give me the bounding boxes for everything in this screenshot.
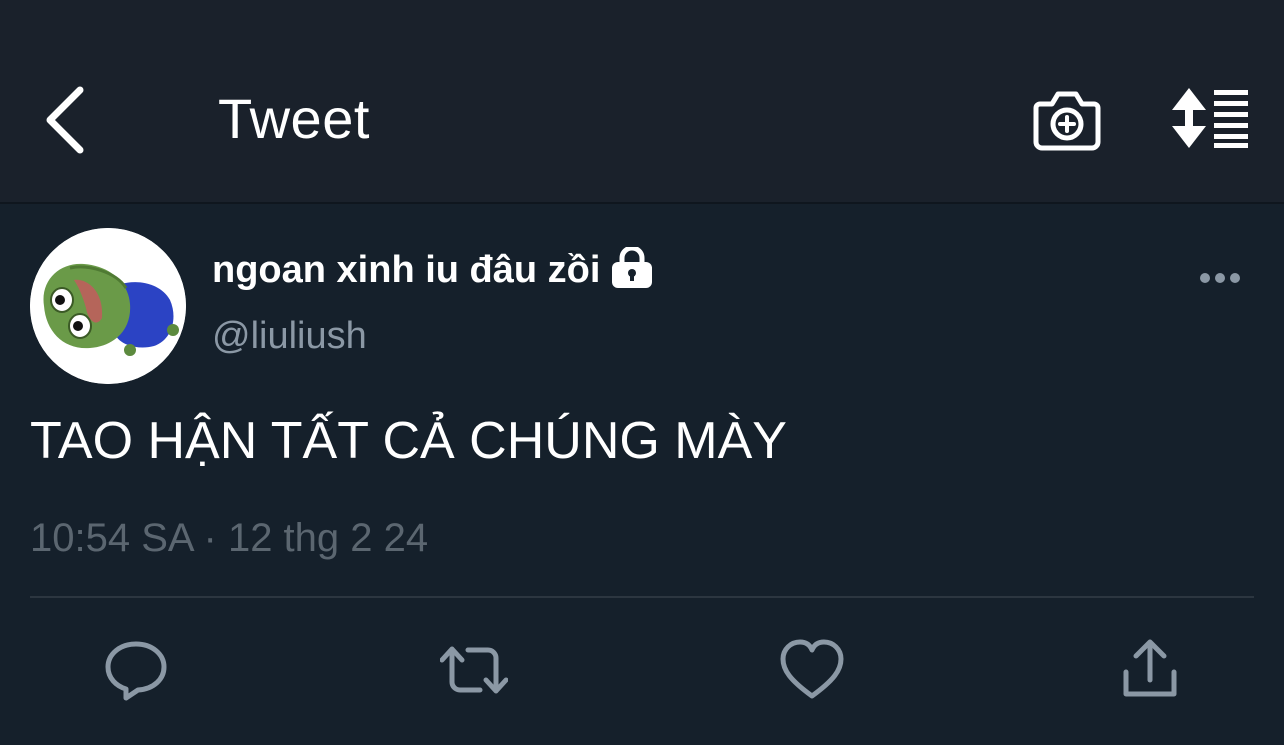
- retweet-button[interactable]: [440, 636, 508, 704]
- camera-add-icon: [1033, 91, 1101, 151]
- avatar[interactable]: [30, 228, 186, 384]
- back-button[interactable]: [36, 82, 96, 158]
- tweet-date: 12 thg 2 24: [227, 516, 429, 560]
- divider: [30, 596, 1254, 598]
- frog-avatar-image: [30, 228, 186, 384]
- top-bar: Tweet: [0, 0, 1284, 204]
- author-name[interactable]: ngoan xinh iu đâu zồi: [212, 246, 654, 294]
- sort-list-icon: [1172, 88, 1248, 148]
- like-button[interactable]: [780, 636, 844, 704]
- heart-icon: [780, 639, 844, 699]
- page-title: Tweet: [218, 87, 370, 150]
- chevron-left-icon: [46, 86, 84, 154]
- reply-icon: [105, 641, 167, 701]
- tweet-timestamp[interactable]: 10:54 SA · 12 thg 2 24: [30, 514, 428, 562]
- more-dots-icon: [1200, 273, 1240, 283]
- author-handle[interactable]: @liuliush: [212, 312, 367, 360]
- lock-icon: [610, 247, 654, 289]
- camera-button[interactable]: [1032, 86, 1102, 152]
- display-name-text: ngoan xinh iu đâu zồi: [212, 249, 601, 291]
- tweet-time: 10:54 SA: [30, 516, 193, 560]
- timeline-sort-button[interactable]: [1170, 86, 1252, 150]
- reply-button[interactable]: [104, 636, 168, 704]
- share-icon: [1123, 639, 1177, 697]
- share-button[interactable]: [1118, 636, 1182, 704]
- tweet-text: TAO HẬN TẤT CẢ CHÚNG MÀY: [30, 412, 787, 470]
- retweet-icon: [440, 646, 508, 694]
- more-options-button[interactable]: [1196, 262, 1244, 294]
- meta-separator: ·: [203, 516, 217, 560]
